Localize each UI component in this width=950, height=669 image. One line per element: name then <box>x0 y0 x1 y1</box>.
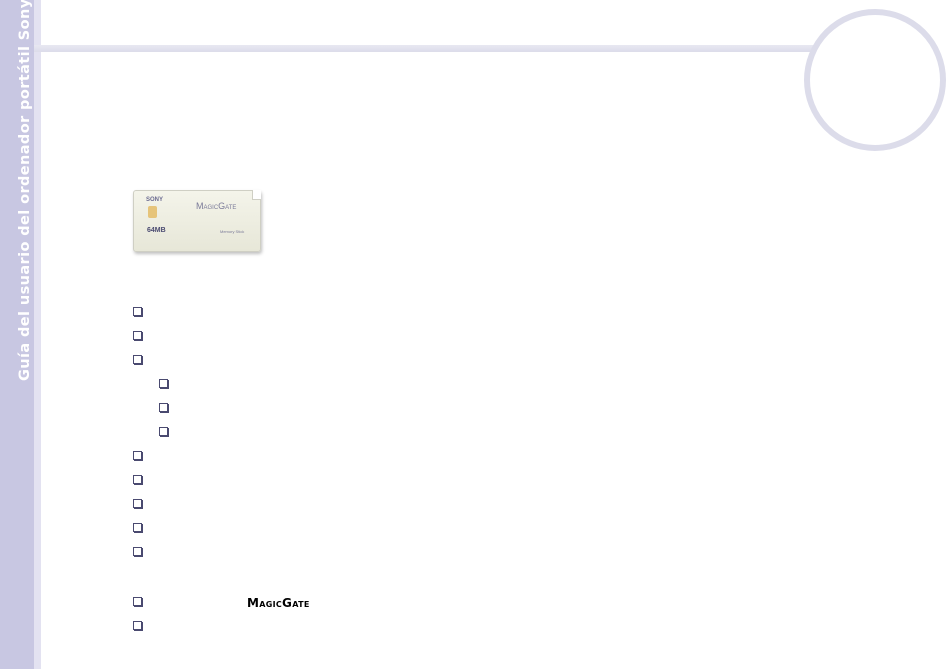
memory-stick-image: SONY 64MB MagicGate Memory Stick <box>133 190 261 252</box>
page-number-circle <box>804 9 946 151</box>
header-rule <box>34 45 814 52</box>
sidebar: Guía del usuario del ordenador portátil … <box>0 0 34 669</box>
card-brand: SONY <box>146 197 164 203</box>
list-bullet-icon <box>133 499 142 508</box>
list-bullet-icon <box>133 547 142 556</box>
list-bullet-icon <box>133 355 142 364</box>
sublist-bullet-icon <box>159 403 168 412</box>
card-title: MagicGate <box>196 201 237 211</box>
list-bullet-icon <box>133 451 142 460</box>
magicgate-logo: MagicGate <box>247 596 310 610</box>
list-bullet-icon <box>133 621 142 630</box>
card-label: Memory Stick <box>220 229 245 234</box>
card-capacity: 64MB <box>147 227 166 234</box>
list-bullet-icon <box>133 307 142 316</box>
sidebar-edge <box>34 0 41 669</box>
sublist-bullet-icon <box>159 427 168 436</box>
card-notch <box>252 190 261 200</box>
card-lock-icon <box>148 206 157 218</box>
sidebar-title: Guía del usuario del ordenador portátil … <box>17 0 33 381</box>
sublist-bullet-icon <box>159 379 168 388</box>
list-bullet-icon <box>133 597 142 606</box>
list-bullet-icon <box>133 331 142 340</box>
list-bullet-icon <box>133 475 142 484</box>
list-bullet-icon <box>133 523 142 532</box>
